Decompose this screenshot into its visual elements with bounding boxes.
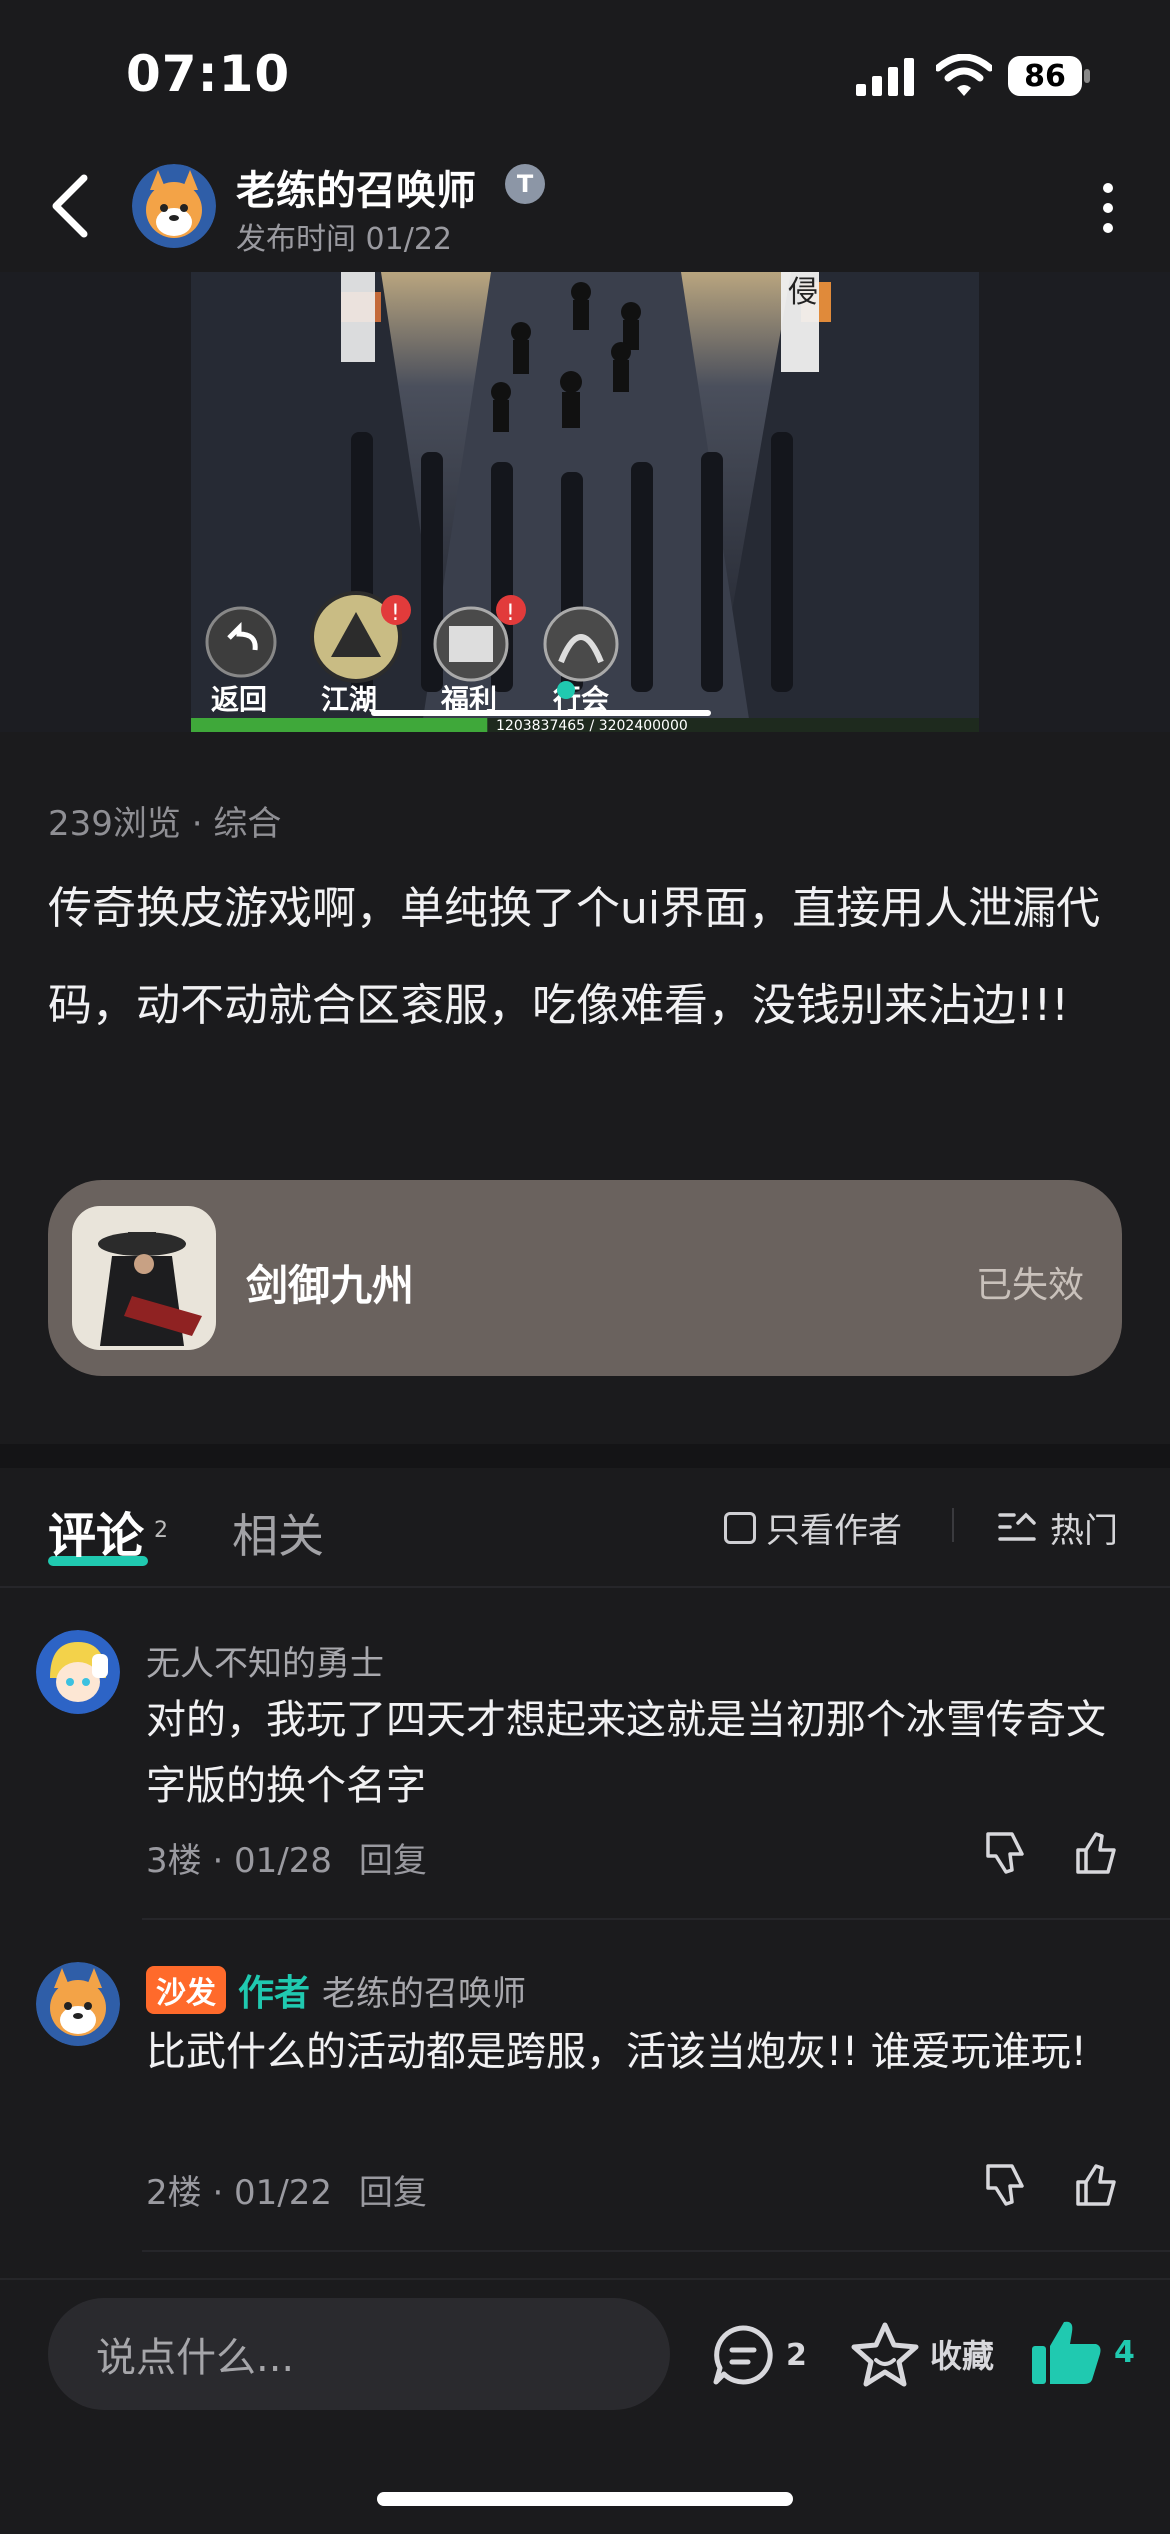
reply-button[interactable]: 回复 bbox=[359, 2173, 427, 2213]
author-level-badge: T bbox=[505, 164, 545, 204]
hero-btn-return: 返回 bbox=[211, 683, 267, 716]
battery-level: 86 bbox=[1024, 58, 1066, 94]
comment-footer: 3楼 · 01/28 回复 bbox=[146, 1833, 427, 1882]
comment-floor: 3楼 · 01/28 bbox=[146, 1841, 333, 1881]
dislike-icon[interactable] bbox=[980, 2160, 1030, 2210]
like-icon[interactable] bbox=[1070, 2160, 1120, 2210]
cellular-signal-icon bbox=[856, 58, 914, 96]
hero-btn-return-icon bbox=[205, 606, 277, 678]
back-arrow-icon[interactable] bbox=[44, 172, 96, 240]
hero-btn-jianghu: 江湖 bbox=[321, 683, 377, 716]
comment-icon bbox=[713, 2325, 773, 2385]
exp-progress-text: 1203837465 / 3202400000 bbox=[496, 718, 688, 732]
tab-related[interactable]: 相关 bbox=[232, 1500, 324, 1566]
thumbs-up-icon bbox=[1032, 2321, 1101, 2384]
comment-header: 沙发 作者 老练的召唤师 bbox=[146, 1964, 526, 2016]
like-count: 4 bbox=[1114, 2334, 1135, 2370]
hero-scroll-indicator bbox=[371, 710, 711, 716]
comment-floor: 2楼 · 01/22 bbox=[146, 2173, 333, 2213]
tab-comments[interactable]: 评论 bbox=[48, 1496, 144, 1566]
checkbox-icon[interactable] bbox=[724, 1511, 756, 1544]
wifi-icon bbox=[936, 54, 992, 96]
comment-count: 2 bbox=[786, 2337, 807, 2373]
star-icon bbox=[851, 2322, 919, 2387]
comment-text: 比武什么的活动都是跨服，活该当炮灰!! 谁爱玩谁玩! bbox=[146, 2029, 1087, 2075]
reply-button[interactable]: 回复 bbox=[359, 1841, 427, 1881]
status-time: 07:10 bbox=[126, 45, 291, 103]
section-separator bbox=[0, 1444, 1170, 1468]
comment-input[interactable]: 说点什么... bbox=[48, 2298, 670, 2410]
only-author-toggle[interactable]: 只看作者 bbox=[724, 1503, 902, 1552]
svg-text:!: ! bbox=[506, 601, 515, 626]
more-options-icon[interactable] bbox=[1090, 178, 1126, 238]
home-indicator bbox=[377, 2492, 793, 2506]
commenter-avatar[interactable] bbox=[36, 1962, 120, 2046]
commenter-name[interactable]: 老练的召唤师 bbox=[322, 1966, 526, 2015]
tab-comments-count: 2 bbox=[154, 1518, 168, 1543]
sort-icon bbox=[998, 1512, 1036, 1541]
like-button[interactable]: 4 bbox=[1030, 2316, 1135, 2388]
game-name[interactable]: 剑御九州 bbox=[246, 1252, 414, 1313]
divider bbox=[0, 1586, 1170, 1588]
only-author-label: 只看作者 bbox=[766, 1511, 902, 1551]
comments-button[interactable]: 2 bbox=[710, 2322, 807, 2388]
author-tag: 作者 bbox=[238, 1973, 311, 2014]
divider bbox=[952, 1508, 954, 1542]
hero-btn-hanghui-icon bbox=[543, 606, 619, 682]
post-image[interactable]: 侵 返回 江湖 福利 行会 ! ! 1203837465 / 320240000… bbox=[191, 272, 979, 732]
hero-top-sign: 侵 bbox=[788, 275, 818, 310]
commenter-avatar[interactable] bbox=[36, 1630, 120, 1714]
comment-footer: 2楼 · 01/22 回复 bbox=[146, 2165, 427, 2214]
sofa-tag: 沙发 bbox=[146, 1966, 226, 2014]
dislike-icon[interactable] bbox=[980, 1828, 1030, 1878]
battery-indicator: 86 bbox=[1008, 56, 1090, 96]
comment-text: 对的，我玩了四天才想起来这就是当初那个冰雪传奇文字版的换个名字 bbox=[146, 1697, 1106, 1809]
divider bbox=[142, 1918, 1170, 1920]
game-status: 已失效 bbox=[976, 1265, 1085, 1306]
divider bbox=[142, 2250, 1170, 2252]
exp-progress-fill bbox=[191, 718, 488, 732]
sort-label: 热门 bbox=[1050, 1511, 1118, 1551]
sort-button[interactable]: 热门 bbox=[998, 1503, 1118, 1552]
post-content: 传奇换皮游戏啊，单纯换了个ui界面，直接用人泄漏代码，动不动就合区衮服，吃像难看… bbox=[48, 883, 1101, 1031]
post-time: 发布时间 01/22 bbox=[236, 222, 452, 257]
author-name[interactable]: 老练的召唤师 bbox=[236, 158, 476, 216]
favorite-label: 收藏 bbox=[930, 2337, 995, 2375]
post-meta: 239浏览 · 综合 bbox=[48, 804, 282, 844]
like-icon[interactable] bbox=[1070, 1828, 1120, 1878]
favorite-button[interactable]: 收藏 bbox=[850, 2320, 994, 2388]
game-icon bbox=[72, 1206, 216, 1350]
svg-text:!: ! bbox=[391, 601, 400, 626]
commenter-name[interactable]: 无人不知的勇士 bbox=[146, 1636, 384, 1685]
hero-btn-fuli-icon bbox=[433, 606, 509, 682]
author-avatar[interactable] bbox=[132, 164, 216, 248]
